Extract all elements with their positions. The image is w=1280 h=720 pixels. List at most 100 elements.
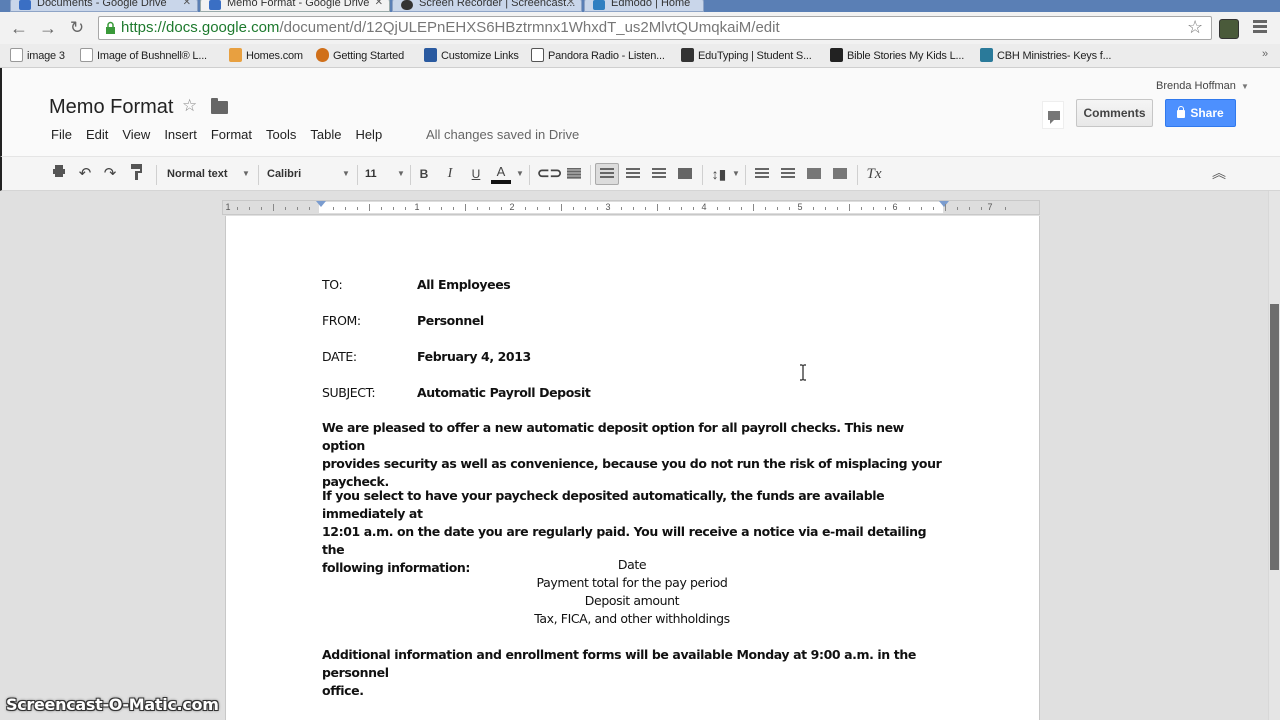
- chrome-menu-icon[interactable]: [1253, 20, 1267, 34]
- italic-button[interactable]: I: [442, 164, 458, 184]
- paragraph-style-dropdown[interactable]: Normal text: [167, 164, 228, 184]
- underline-button[interactable]: U: [468, 164, 484, 184]
- tab-screen-recorder[interactable]: Screen Recorder | Screencast... ✕: [392, 0, 582, 12]
- bookmark-item[interactable]: Bible Stories My Kids L...: [830, 48, 964, 62]
- menu-view[interactable]: View: [122, 127, 150, 142]
- memo-label-from: FROM:: [322, 313, 361, 328]
- tab-edmodo[interactable]: Edmodo | Home: [584, 0, 704, 12]
- bookmark-item[interactable]: Pandora Radio - Listen...: [531, 48, 665, 62]
- font-family-dropdown[interactable]: Calibri: [267, 164, 301, 184]
- justify-button[interactable]: [676, 164, 694, 184]
- text-color-button[interactable]: A: [491, 164, 511, 184]
- align-left-icon: [600, 168, 614, 179]
- tab-documents[interactable]: Documents - Google Drive ✕: [10, 0, 198, 12]
- ruler-tick: [465, 204, 466, 211]
- url-host: https://docs.google.com: [121, 19, 280, 36]
- menu-table[interactable]: Table: [310, 127, 341, 142]
- chevron-down-icon[interactable]: ▼: [516, 164, 524, 184]
- font-size-dropdown[interactable]: 11: [365, 164, 377, 184]
- print-button[interactable]: [50, 164, 68, 184]
- paragraph-closing: Additional information and enrollment fo…: [322, 646, 942, 700]
- collapse-toolbar-icon[interactable]: ︽: [1212, 163, 1226, 183]
- line-spacing-button[interactable]: ↕▮: [708, 164, 730, 184]
- bookmark-label: Customize Links: [441, 50, 519, 62]
- right-indent-marker[interactable]: [939, 201, 949, 207]
- scrollbar-thumb[interactable]: [1270, 304, 1279, 570]
- bookmark-label: Homes.com: [246, 50, 303, 62]
- back-button[interactable]: ←: [8, 17, 30, 39]
- docs-favicon: [209, 0, 221, 10]
- chevron-down-icon[interactable]: ▼: [242, 164, 250, 184]
- reload-button[interactable]: ↻: [66, 17, 88, 39]
- numbered-list-button[interactable]: [753, 164, 771, 184]
- menu-format[interactable]: Format: [211, 127, 252, 142]
- align-right-button[interactable]: [650, 164, 668, 184]
- increase-indent-button[interactable]: [831, 164, 849, 184]
- menu-tools[interactable]: Tools: [266, 127, 296, 142]
- close-tab-icon[interactable]: ✕: [375, 0, 383, 8]
- bookmark-item[interactable]: EduTyping | Student S...: [681, 48, 812, 62]
- document-page[interactable]: TO: All Employees FROM: Personnel DATE: …: [225, 216, 1040, 720]
- menu-help[interactable]: Help: [355, 127, 382, 142]
- bookmark-item[interactable]: Image of Bushnell® L...: [80, 48, 207, 62]
- menu-insert[interactable]: Insert: [164, 127, 197, 142]
- memo-label-to: TO:: [322, 277, 343, 292]
- paint-format-button[interactable]: [128, 164, 146, 184]
- align-center-button[interactable]: [624, 164, 642, 184]
- bookmark-item[interactable]: CBH Ministries- Keys f...: [980, 48, 1111, 62]
- share-button[interactable]: Share: [1165, 99, 1236, 127]
- forward-button[interactable]: →: [37, 17, 59, 39]
- ruler-tick: [957, 207, 958, 210]
- bookmark-item[interactable]: image 3: [10, 48, 65, 62]
- align-left-button[interactable]: [595, 163, 619, 185]
- ruler-number: 3: [605, 202, 611, 212]
- close-tab-icon[interactable]: ✕: [567, 0, 575, 8]
- ruler-tick: [657, 204, 658, 211]
- menu-file[interactable]: File: [51, 127, 72, 142]
- document-title[interactable]: Memo Format: [49, 96, 173, 119]
- user-name[interactable]: Brenda Hoffman: [1156, 80, 1236, 92]
- ruler[interactable]: 1 1 2 3 4 5 6 7: [222, 200, 1040, 215]
- text-cursor-icon: [800, 364, 806, 381]
- extension-icon[interactable]: [1219, 19, 1239, 39]
- ruler-tick: [741, 207, 742, 210]
- insert-comment-button[interactable]: [565, 164, 583, 184]
- ruler-tick: [969, 207, 970, 210]
- tab-label: Documents - Google Drive: [37, 0, 167, 9]
- bookmark-item[interactable]: Homes.com: [229, 48, 303, 62]
- address-bar[interactable]: https://docs.google.com/document/d/12QjU…: [98, 16, 1212, 40]
- vertical-scrollbar[interactable]: [1268, 191, 1280, 720]
- save-status[interactable]: All changes saved in Drive: [426, 127, 579, 142]
- menu-edit[interactable]: Edit: [86, 127, 108, 142]
- bookmark-star-icon[interactable]: ☆: [1187, 17, 1203, 38]
- star-icon[interactable]: ☆: [182, 96, 197, 116]
- bold-button[interactable]: B: [416, 164, 432, 184]
- ruler-tick: [1005, 207, 1006, 210]
- chevron-down-icon[interactable]: ▼: [397, 164, 405, 184]
- chat-button[interactable]: [1042, 101, 1064, 129]
- ruler-tick: [933, 207, 934, 210]
- close-tab-icon[interactable]: ✕: [183, 0, 191, 8]
- ruler-tick: [633, 207, 634, 210]
- bulleted-list-button[interactable]: [779, 164, 797, 184]
- ruler-tick: [585, 207, 586, 210]
- chevron-down-icon[interactable]: ▼: [342, 164, 350, 184]
- chevron-down-icon[interactable]: ▼: [1241, 82, 1249, 91]
- list-item: Tax, FICA, and other withholdings: [534, 611, 730, 626]
- chevron-down-icon[interactable]: ▼: [732, 164, 740, 184]
- bookmarks-overflow-button[interactable]: »: [1262, 48, 1268, 60]
- bookmark-item[interactable]: Customize Links: [424, 48, 519, 62]
- decrease-indent-button[interactable]: [805, 164, 823, 184]
- tab-memo-format[interactable]: Memo Format - Google Drive ✕: [200, 0, 390, 12]
- folder-icon[interactable]: [211, 98, 228, 114]
- bookmark-item[interactable]: Getting Started: [316, 48, 404, 62]
- left-indent-marker[interactable]: [316, 201, 326, 207]
- insert-link-button[interactable]: ⊂⊃: [537, 164, 562, 184]
- comments-button[interactable]: Comments: [1076, 99, 1153, 127]
- screencast-watermark: Screencast-O-Matic.com: [6, 695, 219, 714]
- undo-button[interactable]: ↶: [76, 164, 94, 184]
- undo-icon: ↶: [78, 165, 92, 182]
- clear-formatting-button[interactable]: Tx: [864, 164, 884, 184]
- redo-button[interactable]: ↷: [101, 164, 119, 184]
- edmodo-favicon: [593, 0, 605, 10]
